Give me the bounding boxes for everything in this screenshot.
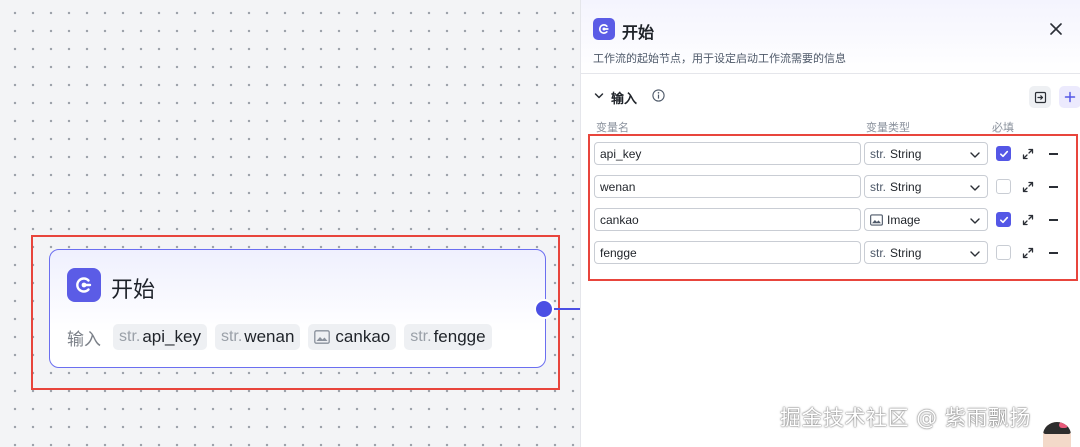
column-header-name: 变量名: [596, 121, 629, 134]
node-title: 开始: [111, 278, 156, 303]
input-chip-api-key: str. api_key: [113, 324, 207, 350]
required-checkbox[interactable]: [996, 179, 1011, 194]
variable-type-select[interactable]: Image: [864, 208, 988, 231]
avatar: [1043, 422, 1071, 447]
chevron-down-icon: [969, 215, 981, 230]
variable-name-input[interactable]: [594, 208, 861, 231]
chip-name: fengge: [433, 327, 486, 346]
panel-description: 工作流的起始节点，用于设定启动工作流需要的信息: [593, 52, 846, 65]
column-header-required: 必填: [992, 121, 1014, 134]
image-icon: [870, 213, 883, 226]
section-title: 输入: [611, 92, 638, 107]
remove-variable-button[interactable]: [1049, 186, 1058, 188]
variable-name-input[interactable]: [594, 175, 861, 198]
chip-type-prefix: str.: [410, 328, 432, 345]
type-value: String: [890, 146, 922, 161]
node-inputs-label: 输入: [67, 329, 101, 350]
node-output-port[interactable]: [534, 299, 554, 319]
type-prefix: str.: [870, 179, 887, 194]
type-value: Image: [887, 212, 921, 227]
type-value: String: [890, 179, 922, 194]
watermark: 掘金技术社区 @ 紫雨飘扬: [780, 406, 1031, 430]
variable-row: str. String: [594, 241, 1070, 265]
chevron-down-icon[interactable]: [593, 89, 605, 107]
panel-header: 开始 工作流的起始节点，用于设定启动工作流需要的信息: [581, 0, 1080, 74]
variable-type-select[interactable]: str. String: [864, 241, 988, 264]
variable-name-input[interactable]: [594, 142, 861, 165]
expand-icon[interactable]: [1022, 147, 1034, 165]
import-button[interactable]: [1029, 86, 1051, 108]
start-node-icon: [67, 268, 101, 302]
chip-type-prefix: str.: [119, 328, 141, 345]
variable-row: str. String: [594, 175, 1070, 199]
variable-name-input[interactable]: [594, 241, 861, 264]
input-chip-fengge: str. fengge: [404, 324, 492, 350]
variable-row: str. String: [594, 142, 1070, 166]
type-prefix: str.: [870, 245, 887, 260]
input-chip-wenan: str. wenan: [214, 324, 301, 350]
chevron-down-icon: [969, 182, 981, 197]
expand-icon[interactable]: [1022, 213, 1034, 231]
chip-name: cankao: [335, 327, 391, 346]
node-edge: [554, 308, 582, 310]
type-prefix: str.: [870, 146, 887, 161]
chip-name: wenan: [244, 327, 295, 346]
column-header-type: 变量类型: [866, 121, 910, 134]
chevron-down-icon: [969, 149, 981, 164]
chip-name: api_key: [142, 327, 201, 346]
required-checkbox[interactable]: [996, 146, 1011, 161]
expand-icon[interactable]: [1022, 180, 1034, 198]
required-checkbox[interactable]: [996, 212, 1011, 227]
required-checkbox[interactable]: [996, 245, 1011, 260]
type-value: String: [890, 245, 922, 260]
remove-variable-button[interactable]: [1049, 252, 1058, 254]
input-section-header: 输入: [593, 86, 1080, 108]
remove-variable-button[interactable]: [1049, 153, 1058, 155]
add-variable-button[interactable]: [1059, 86, 1080, 108]
chevron-down-icon: [969, 248, 981, 263]
input-chip-cankao: cankao: [308, 324, 397, 350]
remove-variable-button[interactable]: [1049, 219, 1058, 221]
close-icon[interactable]: [1046, 19, 1066, 39]
variable-row: Image: [594, 208, 1070, 232]
image-icon: [314, 330, 331, 344]
start-node-card[interactable]: 开始 输入 str. api_key str. wenan cankao str…: [49, 249, 546, 368]
start-node-icon: [593, 18, 615, 40]
variable-type-select[interactable]: str. String: [864, 175, 988, 198]
panel-title: 开始: [622, 23, 655, 42]
variable-type-select[interactable]: str. String: [864, 142, 988, 165]
expand-icon[interactable]: [1022, 246, 1034, 264]
chip-type-prefix: str.: [220, 328, 243, 345]
info-icon[interactable]: [652, 89, 665, 107]
node-input-list: 输入 str. api_key str. wenan cankao str. f…: [67, 324, 492, 350]
